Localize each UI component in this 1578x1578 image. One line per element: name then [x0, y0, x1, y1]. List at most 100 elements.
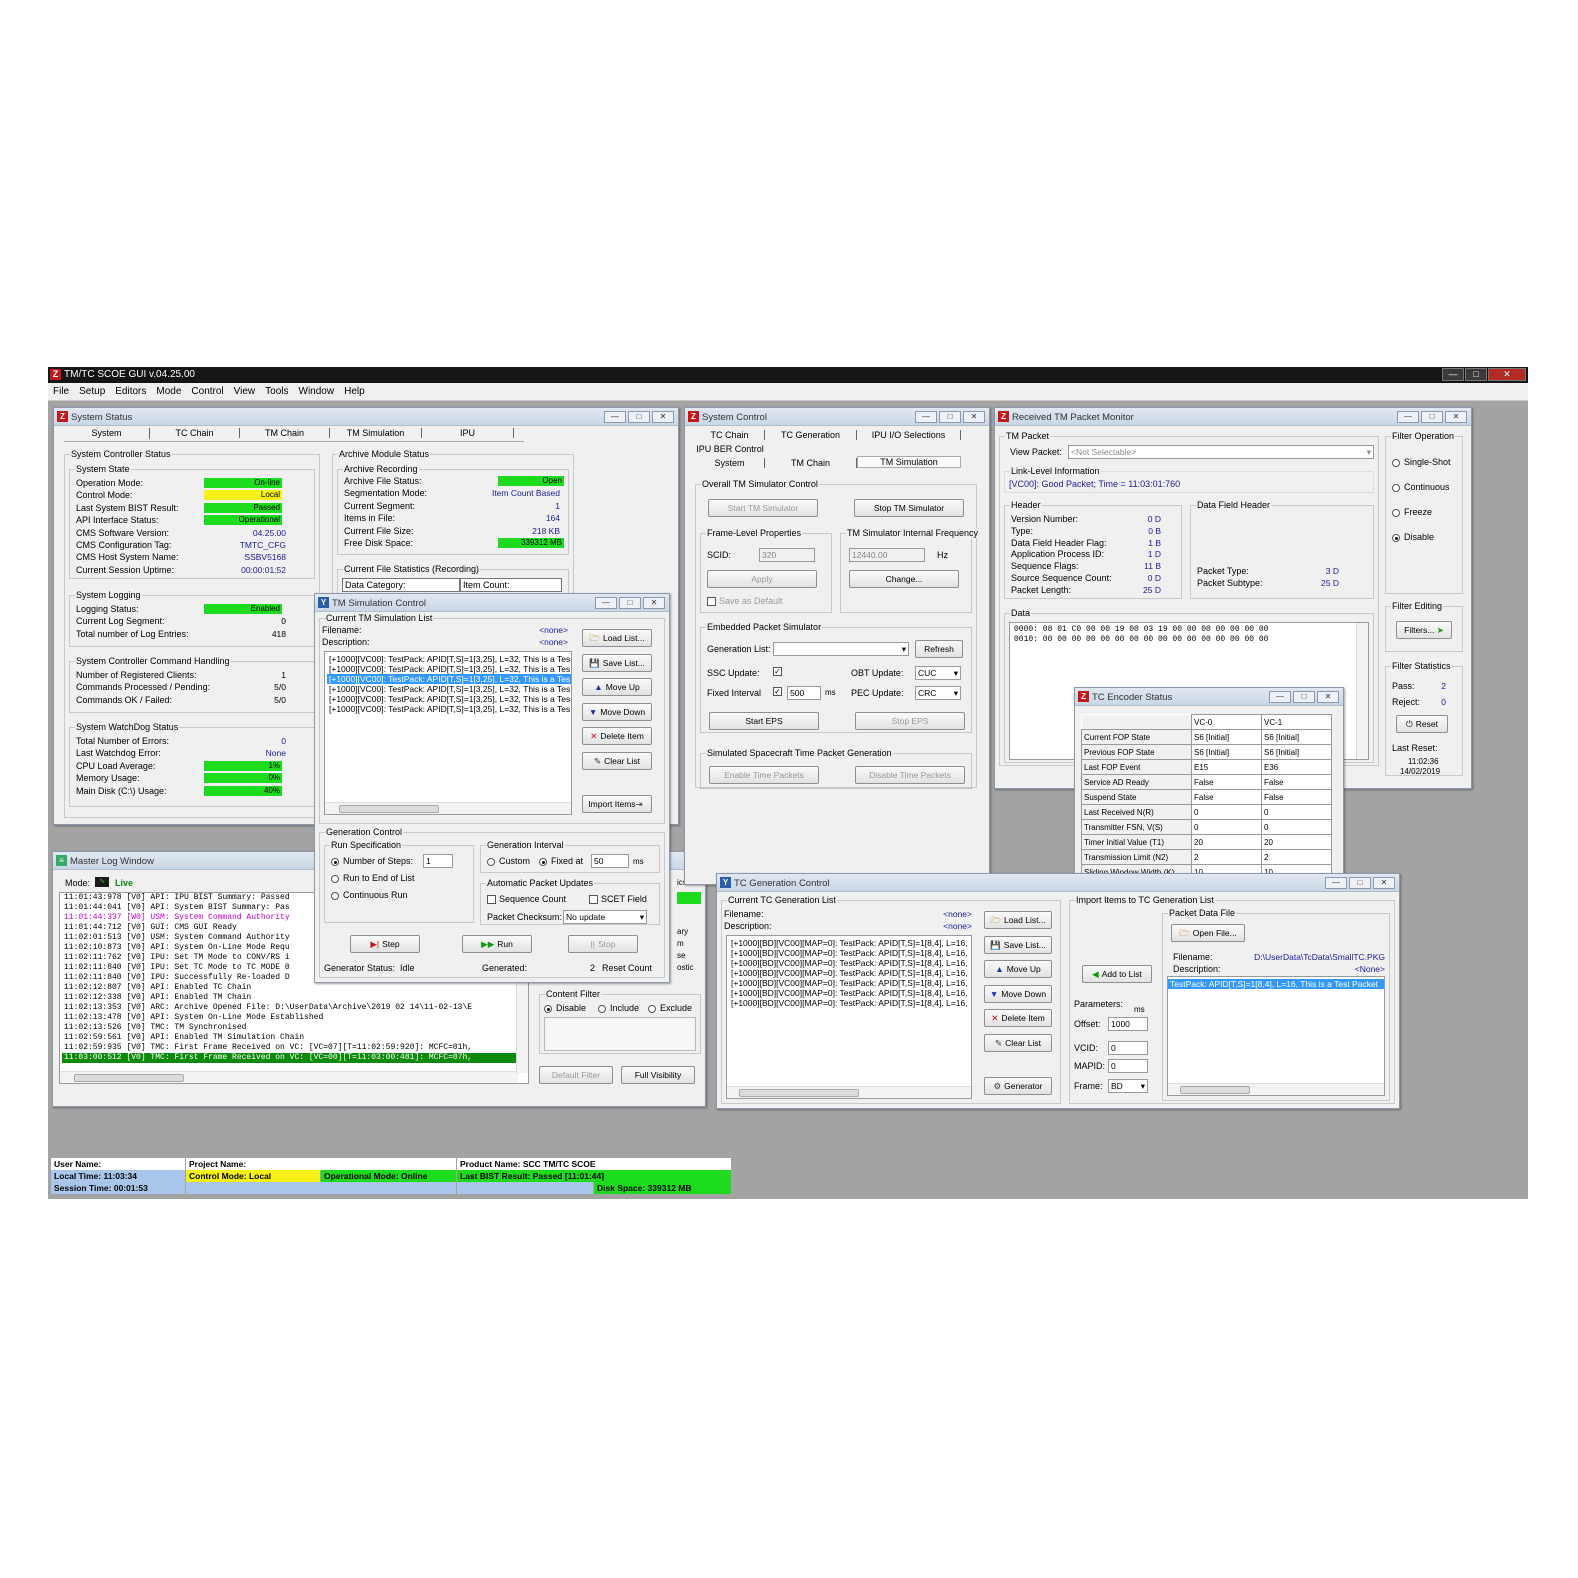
- fixed-interval-checkbox[interactable]: ✓: [773, 687, 782, 696]
- scid-input[interactable]: 320: [759, 548, 815, 562]
- log-line[interactable]: 11:03:00:512 [V0] TMC: First Frame Recei…: [62, 1053, 528, 1063]
- data-vertical-scrollbar[interactable]: [1356, 623, 1368, 759]
- filter-continuous-radio[interactable]: Continuous: [1392, 482, 1450, 492]
- filter-freeze-radio[interactable]: Freeze: [1392, 507, 1432, 517]
- tab-tm-chain[interactable]: TM Chain: [765, 458, 857, 468]
- log-line[interactable]: 11:02:13:353 [V0] ARC: Archive Opened Fi…: [62, 1003, 528, 1013]
- pec-update-select[interactable]: CRC ▾: [915, 686, 961, 700]
- window-restore-button[interactable]: □: [619, 597, 641, 609]
- reset-stats-button[interactable]: ⏻ Reset: [1396, 715, 1448, 733]
- window-close-button[interactable]: ✕: [1317, 691, 1339, 703]
- import-items-button[interactable]: Import Items⇥: [582, 795, 652, 813]
- load-list-button[interactable]: 🗁 Load List...: [582, 629, 652, 647]
- clear-list-button[interactable]: ✎ Clear List: [984, 1034, 1052, 1052]
- filter-single-shot-radio[interactable]: Single-Shot: [1392, 457, 1451, 467]
- refresh-button[interactable]: Refresh: [915, 640, 963, 658]
- menu-help[interactable]: Help: [339, 383, 370, 400]
- save-list-button[interactable]: 💾 Save List...: [984, 935, 1052, 954]
- menu-control[interactable]: Control: [186, 383, 228, 400]
- sequence-count-checkbox[interactable]: Sequence Count: [487, 894, 566, 905]
- tm-sim-horizontal-scrollbar[interactable]: [325, 802, 571, 814]
- run-to-end-radio[interactable]: Run to End of List: [331, 873, 415, 883]
- frequency-input[interactable]: 12440.00: [849, 548, 925, 562]
- menu-view[interactable]: View: [229, 383, 261, 400]
- filter-disable-radio[interactable]: Disable: [1392, 532, 1434, 542]
- clear-list-button[interactable]: ✎ Clear List: [582, 752, 652, 770]
- list-item[interactable]: [+1000][BD][VC00][MAP=0]: TestPack: APID…: [729, 978, 971, 988]
- tab-tc-chain[interactable]: TC Chain: [150, 428, 240, 438]
- start-tm-simulator-button[interactable]: Start TM Simulator: [708, 499, 818, 517]
- move-up-button[interactable]: ▲ Move Up: [582, 678, 652, 697]
- offset-input[interactable]: 1000: [1108, 1017, 1148, 1031]
- obt-update-select[interactable]: CUC ▾: [915, 666, 961, 680]
- maximize-button[interactable]: □: [1465, 368, 1487, 381]
- window-close-button[interactable]: ✕: [963, 411, 985, 423]
- continuous-run-radio[interactable]: Continuous Run: [331, 890, 408, 900]
- window-close-button[interactable]: ✕: [1445, 411, 1467, 423]
- log-line[interactable]: 11:02:13:526 [V0] TMC: TM Synchronised: [62, 1023, 528, 1033]
- menu-mode[interactable]: Mode: [151, 383, 186, 400]
- menu-file[interactable]: File: [48, 383, 74, 400]
- window-minimize-button[interactable]: —: [915, 411, 937, 423]
- frame-select[interactable]: BD ▾: [1108, 1079, 1148, 1093]
- step-button[interactable]: ▶| Step: [350, 935, 420, 953]
- log-line[interactable]: 11:02:59:561 [V0] API: Enabled TM Simula…: [62, 1033, 528, 1043]
- interval-input[interactable]: 50: [591, 854, 629, 868]
- interval-fixed-radio[interactable]: Fixed at: [539, 856, 583, 866]
- interval-custom-radio[interactable]: Custom: [487, 856, 530, 866]
- full-visibility-button[interactable]: Full Visibility: [621, 1066, 695, 1084]
- tab-ipu-io-selections[interactable]: IPU I/O Selections: [857, 430, 961, 440]
- list-item[interactable]: [+1000][VC00]: TestPack: APID[T,S]=1[3,2…: [327, 654, 571, 664]
- disable-time-packets-button[interactable]: Disable Time Packets: [855, 766, 965, 784]
- checksum-select[interactable]: No update ▾: [563, 910, 647, 924]
- tab-tm-simulation[interactable]: TM Simulation: [857, 456, 961, 468]
- scet-field-checkbox[interactable]: SCET Field: [589, 894, 647, 905]
- stop-eps-button[interactable]: Stop EPS: [855, 712, 965, 730]
- reset-count-link[interactable]: Reset Count: [602, 963, 652, 973]
- tab-ipu-ber-control[interactable]: IPU BER Control: [695, 444, 765, 454]
- run-button[interactable]: ▶▶ Run: [462, 935, 532, 953]
- steps-input[interactable]: 1: [423, 854, 453, 868]
- log-line[interactable]: 11:02:12:807 [V0] API: Enabled TC Chain: [62, 983, 528, 993]
- list-item[interactable]: [+1000][BD][VC00][MAP=0]: TestPack: APID…: [729, 958, 971, 968]
- log-line[interactable]: 11:02:59:935 [V0] TMC: First Frame Recei…: [62, 1043, 528, 1053]
- enable-time-packets-button[interactable]: Enable Time Packets: [709, 766, 819, 784]
- load-list-button[interactable]: 🗁 Load List...: [984, 911, 1052, 929]
- list-item[interactable]: [+1000][VC00]: TestPack: APID[T,S]=1[3,2…: [327, 664, 571, 674]
- close-button[interactable]: ✕: [1488, 368, 1526, 381]
- number-of-steps-radio[interactable]: Number of Steps:: [331, 856, 413, 866]
- window-restore-button[interactable]: □: [1293, 691, 1315, 703]
- move-down-button[interactable]: ▼ Move Down: [582, 702, 652, 721]
- log-horizontal-scrollbar[interactable]: [60, 1071, 518, 1083]
- save-as-default-checkbox[interactable]: Save as Default: [707, 596, 783, 607]
- file-stats-header-count[interactable]: Item Count:: [460, 578, 562, 592]
- vcid-input[interactable]: 0: [1108, 1041, 1148, 1055]
- tab-tc-generation[interactable]: TC Generation: [765, 430, 857, 440]
- view-packet-select[interactable]: <Not Selectable> ▾: [1068, 445, 1374, 459]
- tab-system[interactable]: System: [695, 458, 765, 468]
- generator-button[interactable]: ⚙ Generator: [984, 1077, 1052, 1095]
- tab-tm-chain[interactable]: TM Chain: [240, 428, 330, 438]
- open-file-button[interactable]: 🗁 Open File...: [1171, 924, 1245, 942]
- menu-tools[interactable]: Tools: [260, 383, 293, 400]
- minimize-button[interactable]: —: [1442, 368, 1464, 381]
- window-restore-button[interactable]: □: [1349, 877, 1371, 889]
- window-minimize-button[interactable]: —: [604, 411, 626, 423]
- tm-sim-item-list[interactable]: [+1000][VC00]: TestPack: APID[T,S]=1[3,2…: [324, 651, 572, 815]
- window-minimize-button[interactable]: —: [595, 597, 617, 609]
- list-item[interactable]: [+1000][VC00]: TestPack: APID[T,S]=1[3,2…: [327, 684, 571, 694]
- tc-gen-horizontal-scrollbar[interactable]: [727, 1086, 971, 1098]
- window-minimize-button[interactable]: —: [1269, 691, 1291, 703]
- window-close-button[interactable]: ✕: [1373, 877, 1395, 889]
- pdf-item-list[interactable]: TestPack: APID[T,S]=1[8,4], L=16, This i…: [1167, 976, 1385, 1096]
- list-item[interactable]: [+1000][VC00]: TestPack: APID[T,S]=1[3,2…: [327, 704, 571, 714]
- filter-text-area[interactable]: [544, 1017, 696, 1051]
- move-up-button[interactable]: ▲ Move Up: [984, 960, 1052, 979]
- window-restore-button[interactable]: □: [1421, 411, 1443, 423]
- list-item[interactable]: [+1000][BD][VC00][MAP=0]: TestPack: APID…: [729, 998, 971, 1008]
- filter-include-radio[interactable]: Include: [598, 1003, 639, 1013]
- tab-tc-chain[interactable]: TC Chain: [695, 430, 765, 440]
- filter-disable-radio[interactable]: Disable: [544, 1003, 586, 1013]
- file-stats-header-category[interactable]: Data Category:: [342, 578, 460, 592]
- list-item[interactable]: TestPack: APID[T,S]=1[8,4], L=16, This i…: [1168, 979, 1384, 989]
